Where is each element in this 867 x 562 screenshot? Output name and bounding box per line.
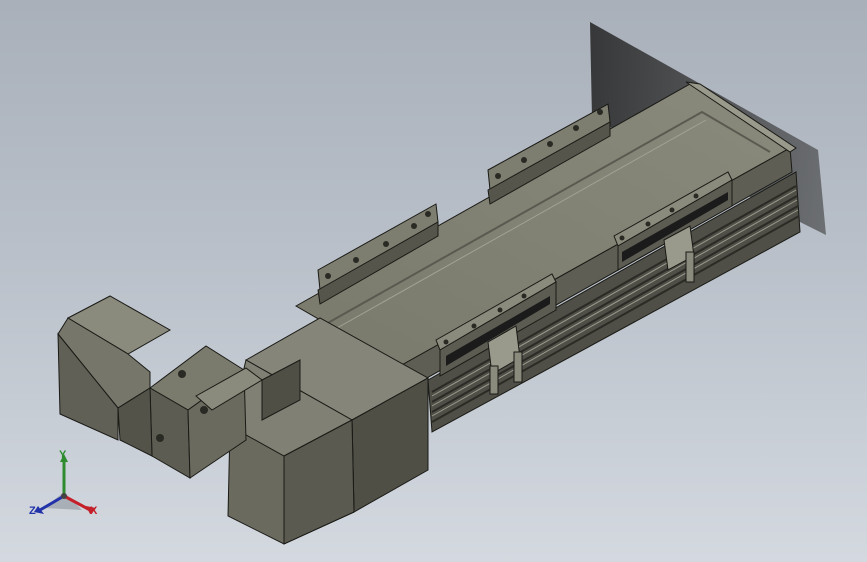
- triad-z-label: Z: [29, 505, 36, 517]
- triad-y-label: Y: [59, 449, 67, 461]
- graphics-viewport[interactable]: Y X Z: [0, 0, 867, 562]
- orientation-triad[interactable]: Y X Z: [24, 448, 104, 528]
- cad-model[interactable]: [0, 0, 867, 562]
- triad-x-label: X: [90, 505, 98, 517]
